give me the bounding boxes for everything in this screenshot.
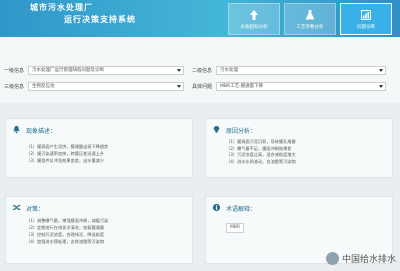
chevron-down-icon (177, 69, 181, 72)
cause-panel: 原因分析： （1）膜表面污泥沉积，导致膜孔堵塞 （2）曝气量不足，膜面冲刷效果差… (205, 118, 393, 178)
phenomenon-line: （1）膜表面产生泥饼，膜通量出现下降趋势 (26, 144, 109, 149)
tab-diagnosis[interactable]: 问题诊断 (340, 3, 392, 35)
app-title-top: 城市污水处理厂 (30, 3, 93, 12)
watermark: 中国给水排水 (325, 252, 396, 265)
level1-value: 污水处理厂运行管理缺陷问题及诊断 (32, 68, 104, 73)
cause-line: （4）进水水质波动，含油脂等污染物 (226, 158, 296, 164)
level1-select[interactable]: 污水处理厂运行管理缺陷问题及诊断 (28, 66, 184, 75)
level2-select[interactable]: 污水处理 (216, 66, 386, 75)
tab-label: 水质超标分析 (240, 24, 268, 30)
cause-title: 原因分析： (226, 128, 257, 135)
bell-icon (13, 125, 20, 134)
level3-row: 三级信息 生物反应池 (2, 82, 184, 91)
terms-title: 术语解释： (226, 206, 257, 213)
flask-icon (305, 9, 315, 19)
measures-line: （3）控制污泥浓度，合理排泥，降低粘度 (26, 232, 105, 237)
specific-value: MBR工艺:膜通量下降 (220, 84, 264, 89)
specific-select[interactable]: MBR工艺:膜通量下降 (216, 82, 386, 91)
measures-line: （2）定期进行在线化学清洗，恢复膜通量 (26, 225, 105, 230)
module-tabbar: 水质超标分析 工艺参数分析 问题诊断 (228, 3, 392, 35)
measures-lines: （1）调整曝气量，增强膜面冲刷，减缓污染 （2）定期进行在线化学清洗，恢复膜通量… (26, 217, 186, 245)
level2-label: 二级信息 (191, 68, 212, 74)
measures-panel: 对策： （1）调整曝气量，增强膜面冲刷，减缓污染 （2）定期进行在线化学清洗，恢… (5, 196, 193, 264)
measures-line: （4）加强进水预处理，去除油脂等污染物 (26, 239, 105, 244)
specific-row: 具体问题 MBR工艺:膜通量下降 (190, 82, 386, 91)
chevron-down-icon (177, 85, 181, 88)
lightbulb-icon (213, 125, 220, 133)
measures-line: （1）调整曝气量，增强膜面冲刷，减缓污染 (26, 218, 109, 223)
chevron-down-icon (379, 85, 383, 88)
chevron-down-icon (379, 69, 383, 72)
filter-form: 一级信息 污水处理厂运行管理缺陷问题及诊断 二级信息 污水处理 三级信息 生物反… (0, 37, 400, 103)
level3-label: 三级信息 (3, 84, 24, 90)
upload-icon (250, 9, 258, 20)
app-header: 城市污水处理厂 运行决策支持系统 水质超标分析 工艺参数分析 问题诊断 (0, 0, 400, 37)
shuffle-icon (12, 204, 21, 211)
info-icon (212, 203, 221, 212)
chart-icon (361, 9, 371, 20)
tab-water-quality[interactable]: 水质超标分析 (228, 3, 280, 35)
phenomenon-title: 现象描述： (26, 128, 57, 135)
level2-value: 污水处理 (220, 68, 238, 73)
tab-label: 问题诊断 (357, 24, 375, 30)
level1-row: 一级信息 污水处理厂运行管理缺陷问题及诊断 (2, 66, 184, 75)
term-tag[interactable]: MBR (226, 223, 245, 233)
level1-label: 一级信息 (3, 68, 24, 74)
phenomenon-lines: （1）膜表面产生泥饼，膜通量出现下降趋势 （2）膜污染速率加快，跨膜压差迅速上升… (26, 143, 186, 164)
level3-value: 生物反应池 (32, 84, 55, 89)
measures-title: 对策： (26, 206, 45, 213)
wechat-logo-icon (325, 252, 339, 265)
phenomenon-line: （2）膜污染速率加快，跨膜压差迅速上升 (26, 151, 105, 156)
watermark-text: 中国给水排水 (341, 255, 396, 265)
level3-select[interactable]: 生物反应池 (28, 82, 184, 91)
phenomenon-line: （3）膜组件反冲洗效果变差，出水量减少 (26, 158, 105, 163)
level2-row: 二级信息 污水处理 (190, 66, 386, 75)
specific-label: 具体问题 (191, 84, 212, 90)
cause-lines: （1）膜表面污泥沉积，导致膜孔堵塞 （2）曝气量不足，膜面冲刷效果差 （3）污泥… (226, 139, 386, 165)
tab-label: 工艺参数分析 (296, 24, 324, 30)
phenomenon-panel: 现象描述： （1）膜表面产生泥饼，膜通量出现下降趋势 （2）膜污染速率加快，跨膜… (5, 118, 193, 178)
tab-process-params[interactable]: 工艺参数分析 (284, 3, 336, 35)
app-title-bottom: 运行决策支持系统 (64, 15, 136, 24)
